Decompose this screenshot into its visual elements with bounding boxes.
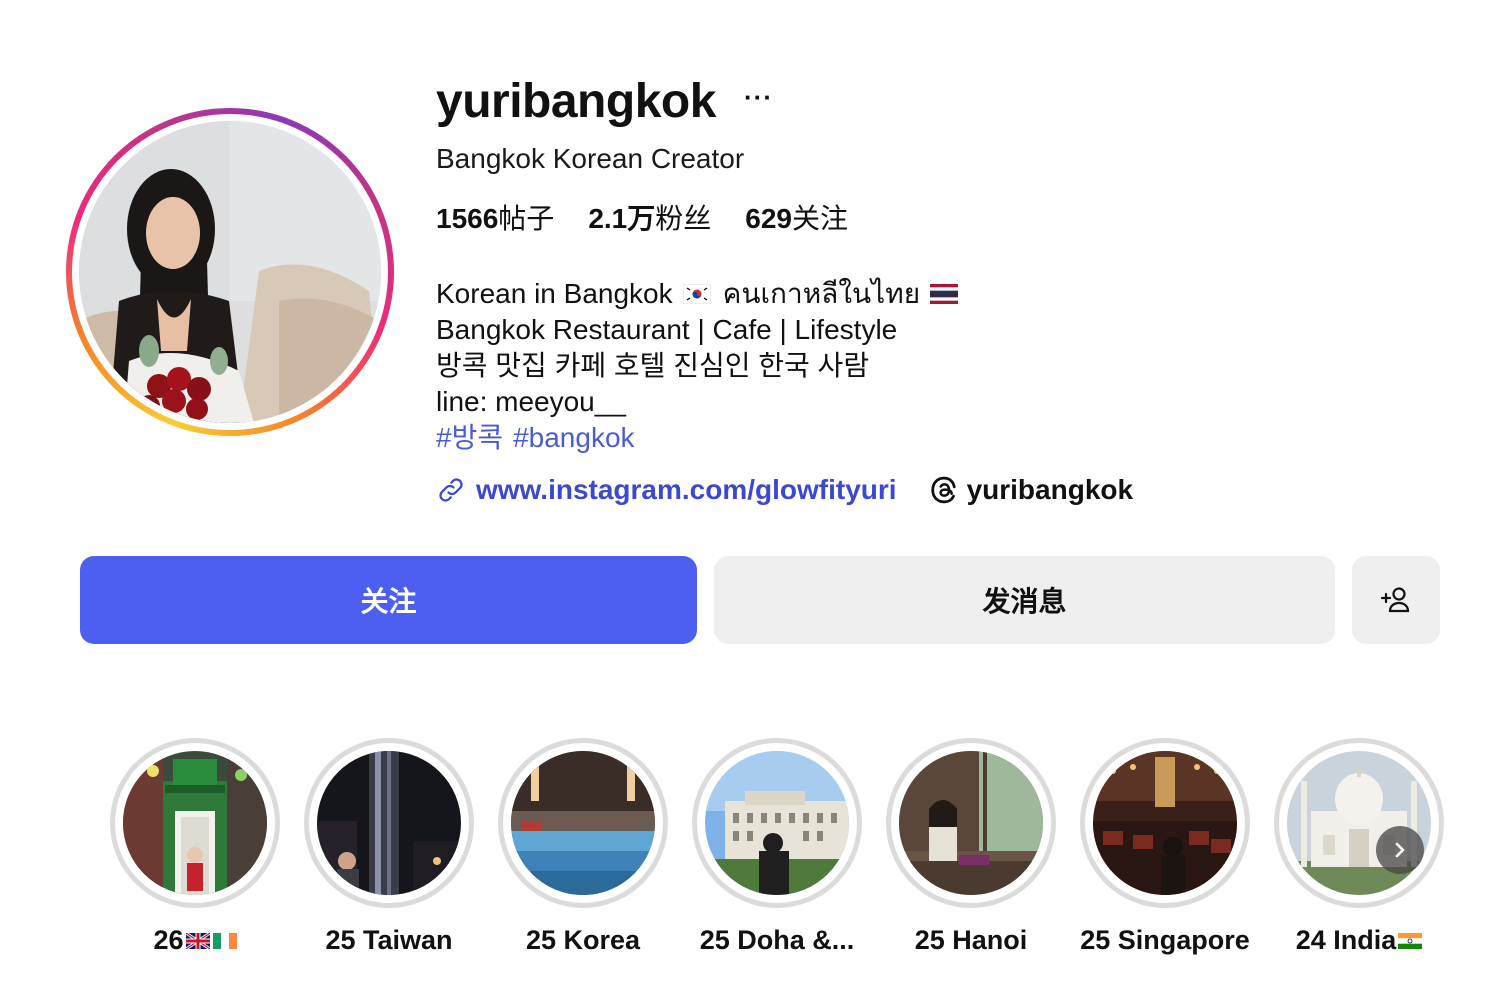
followers-count[interactable]: 2.1万粉丝 bbox=[588, 200, 711, 238]
highlight-ring bbox=[304, 738, 474, 908]
highlight-label: 24 India bbox=[1296, 925, 1423, 956]
thailand-flag-icon bbox=[930, 284, 959, 304]
avatar-story-ring[interactable] bbox=[66, 108, 394, 436]
threads-link-text: yuribangkok bbox=[966, 474, 1134, 505]
website-link-text: www.instagram.com/glowfityuri bbox=[476, 474, 897, 505]
profile-links: www.instagram.com/glowfityuri yuribangko… bbox=[436, 470, 1133, 510]
uk-flag-icon bbox=[185, 932, 210, 949]
follow-button[interactable]: 关注 bbox=[80, 556, 697, 644]
hashtag-link[interactable]: #bangkok bbox=[513, 420, 634, 456]
bio-line-4: line: meeyou__ bbox=[436, 386, 626, 417]
highlight-cover bbox=[899, 751, 1043, 895]
following-count-value: 629 bbox=[745, 203, 792, 234]
profile-page: yuribangkok ··· Bangkok Korean Creator 1… bbox=[0, 0, 1502, 1008]
korea-flag-icon bbox=[682, 284, 711, 304]
highlight-cover bbox=[123, 751, 267, 895]
profile-category: Bangkok Korean Creator bbox=[436, 143, 745, 174]
highlight-cover bbox=[1287, 751, 1431, 895]
highlight-cover bbox=[511, 751, 655, 895]
highlight-ring bbox=[498, 738, 668, 908]
highlight-item[interactable]: 25 Korea bbox=[486, 738, 680, 956]
website-link[interactable]: www.instagram.com/glowfityuri bbox=[436, 470, 897, 510]
highlight-cover bbox=[705, 751, 849, 895]
following-count[interactable]: 629关注 bbox=[745, 200, 848, 238]
suggest-accounts-button[interactable] bbox=[1352, 556, 1440, 644]
profile-username: yuribangkok bbox=[436, 75, 716, 128]
followers-count-value: 2.1万 bbox=[588, 203, 656, 234]
highlight-cover bbox=[317, 751, 461, 895]
posts-count-value: 1566 bbox=[436, 203, 499, 234]
add-person-icon bbox=[1380, 587, 1410, 613]
india-flag-icon bbox=[1398, 932, 1423, 949]
highlight-label: 25 Singapore bbox=[1080, 925, 1250, 955]
highlight-cover bbox=[1093, 751, 1237, 895]
hashtag-link[interactable]: #방콕 bbox=[436, 420, 503, 456]
followers-count-label: 粉丝 bbox=[655, 203, 712, 234]
highlight-label: 26 bbox=[153, 925, 237, 956]
highlight-label-text: 26 bbox=[153, 925, 184, 955]
bio-line-1-text-b: คนเกาหลีในไทย bbox=[722, 278, 921, 309]
threads-link[interactable]: yuribangkok bbox=[929, 470, 1133, 510]
chevron-right-icon bbox=[1395, 842, 1405, 858]
story-highlights: 26 25 Taiwan 25 Korea 25 Doha &... 25 Ha… bbox=[0, 738, 1502, 978]
posts-count[interactable]: 1566帖子 bbox=[436, 200, 554, 238]
message-button[interactable]: 发消息 bbox=[714, 556, 1335, 644]
highlight-label-text: 24 India bbox=[1295, 925, 1397, 955]
avatar[interactable] bbox=[79, 121, 381, 423]
threads-icon bbox=[930, 476, 956, 504]
highlight-label: 25 Korea bbox=[525, 925, 641, 955]
highlight-label: 25 Taiwan bbox=[325, 925, 453, 955]
ireland-flag-icon bbox=[212, 932, 237, 949]
link-icon bbox=[439, 478, 463, 502]
highlight-ring bbox=[110, 738, 280, 908]
highlight-label: 25 Doha &... bbox=[699, 925, 855, 955]
highlight-label: 25 Hanoi bbox=[914, 925, 1028, 955]
bio-line-1: Korean in Bangkok คนเกาหลีในไทย bbox=[436, 276, 962, 312]
highlights-next-button[interactable] bbox=[1376, 826, 1424, 874]
bio-hashtags: #방콕 #bangkok bbox=[436, 420, 962, 456]
highlight-item[interactable]: 25 Singapore bbox=[1068, 738, 1262, 956]
highlight-ring bbox=[692, 738, 862, 908]
avatar-ring-gap bbox=[72, 114, 388, 430]
highlight-ring bbox=[886, 738, 1056, 908]
profile-stats: 1566帖子 2.1万粉丝 629关注 bbox=[436, 200, 848, 238]
highlight-item[interactable]: 24 India bbox=[1262, 738, 1456, 956]
highlight-item[interactable]: 25 Hanoi bbox=[874, 738, 1068, 956]
highlight-ring bbox=[1274, 738, 1444, 908]
bio-line-1-text-a: Korean in Bangkok bbox=[436, 278, 673, 309]
bio-line-2: Bangkok Restaurant | Cafe | Lifestyle bbox=[436, 314, 898, 345]
highlight-item[interactable]: 26 bbox=[98, 738, 292, 956]
highlight-item[interactable]: 25 Doha &... bbox=[680, 738, 874, 956]
avatar-image bbox=[79, 121, 381, 423]
posts-count-label: 帖子 bbox=[498, 203, 555, 234]
profile-bio: Korean in Bangkok คนเกาหลีในไทย Bangkok … bbox=[436, 276, 962, 456]
more-icon[interactable]: ··· bbox=[744, 84, 773, 110]
highlight-item[interactable]: 25 Taiwan bbox=[292, 738, 486, 956]
highlight-ring bbox=[1080, 738, 1250, 908]
bio-line-3: 방콕 맛집 카페 호텔 진심인 한국 사람 bbox=[436, 350, 870, 381]
following-count-label: 关注 bbox=[791, 203, 848, 234]
